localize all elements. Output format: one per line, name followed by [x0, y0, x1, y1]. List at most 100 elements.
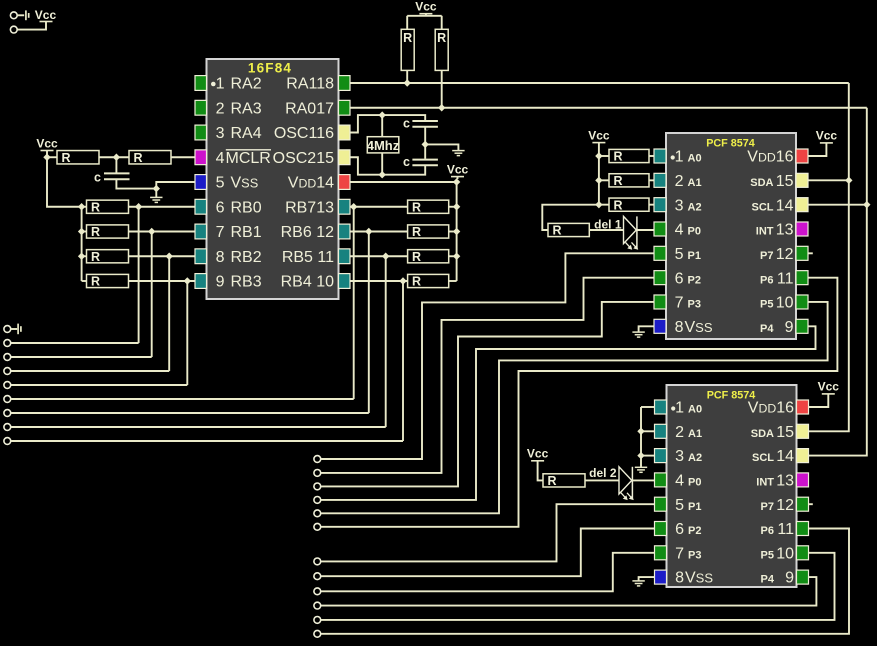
svg-text:3: 3	[675, 448, 684, 465]
svg-text:R: R	[62, 151, 71, 165]
svg-text:5: 5	[675, 246, 684, 263]
svg-text:P3: P3	[688, 299, 701, 311]
svg-text:R: R	[412, 200, 421, 214]
svg-text:P7: P7	[761, 501, 774, 513]
svg-text:3: 3	[675, 197, 684, 214]
svg-text:Vcc: Vcc	[588, 128, 610, 142]
svg-text:A0: A0	[688, 404, 702, 416]
svg-text:OSC215: OSC215	[273, 150, 334, 167]
svg-text:2: 2	[216, 100, 225, 117]
svg-text:9: 9	[785, 570, 794, 587]
svg-text:Vcc: Vcc	[36, 136, 58, 150]
svg-text:9: 9	[785, 319, 794, 336]
svg-text:1: 1	[675, 149, 684, 166]
svg-text:2: 2	[675, 424, 684, 441]
svg-text:7: 7	[216, 224, 225, 241]
svg-text:8: 8	[216, 249, 225, 266]
svg-text:11: 11	[777, 521, 794, 538]
svg-text:Vcc: Vcc	[818, 380, 840, 394]
svg-text:R: R	[614, 174, 623, 188]
svg-text:MCLR: MCLR	[226, 150, 271, 167]
svg-text:11: 11	[777, 270, 794, 287]
svg-text:8: 8	[675, 319, 684, 336]
svg-text:P4: P4	[761, 574, 775, 586]
svg-text:VSS: VSS	[685, 570, 713, 587]
svg-text:RA3: RA3	[231, 100, 262, 117]
svg-text:1: 1	[675, 400, 684, 417]
svg-text:16F84: 16F84	[248, 61, 292, 76]
svg-text:A2: A2	[688, 201, 702, 213]
svg-text:7: 7	[675, 545, 684, 562]
svg-text:P4: P4	[760, 323, 774, 335]
svg-text:c: c	[403, 116, 410, 130]
svg-text:13: 13	[776, 473, 794, 490]
svg-text:VSS: VSS	[685, 319, 713, 336]
svg-text:P0: P0	[688, 226, 701, 238]
svg-text:P2: P2	[688, 274, 701, 286]
svg-text:1: 1	[216, 76, 225, 93]
svg-text:SDA: SDA	[751, 428, 774, 440]
svg-text:R: R	[412, 225, 421, 239]
svg-text:R: R	[91, 250, 100, 264]
svg-text:9: 9	[216, 274, 225, 291]
svg-text:P0: P0	[688, 477, 701, 489]
svg-text:A0: A0	[688, 153, 702, 165]
svg-text:del 1: del 1	[594, 217, 622, 231]
svg-text:P1: P1	[688, 250, 701, 262]
svg-text:P6: P6	[761, 525, 774, 537]
svg-text:Vcc: Vcc	[527, 447, 549, 461]
svg-text:6: 6	[675, 270, 684, 287]
svg-text:6: 6	[216, 199, 225, 216]
svg-text:RA017: RA017	[285, 100, 334, 117]
svg-text:P3: P3	[688, 549, 701, 561]
svg-text:RB713: RB713	[285, 199, 334, 216]
svg-text:10: 10	[776, 295, 794, 312]
svg-text:RA2: RA2	[231, 76, 262, 93]
svg-text:RB5 11: RB5 11	[282, 249, 334, 266]
svg-text:3: 3	[216, 125, 225, 142]
svg-text:Vcc: Vcc	[447, 162, 469, 176]
svg-text:R: R	[437, 31, 446, 45]
svg-text:A1: A1	[688, 428, 702, 440]
svg-text:P2: P2	[688, 525, 701, 537]
svg-text:RB3: RB3	[231, 274, 262, 291]
svg-text:SCL: SCL	[752, 452, 774, 464]
svg-text:R: R	[614, 150, 623, 164]
svg-text:12: 12	[776, 246, 794, 263]
svg-text:P7: P7	[760, 250, 773, 262]
svg-text:P5: P5	[761, 549, 774, 561]
svg-text:13: 13	[776, 222, 794, 239]
svg-text:5: 5	[675, 497, 684, 514]
svg-text:R: R	[91, 225, 100, 239]
svg-text:7: 7	[675, 295, 684, 312]
svg-text:P6: P6	[760, 274, 773, 286]
svg-text:RB0: RB0	[231, 199, 262, 216]
svg-text:R: R	[553, 224, 562, 238]
svg-text:del 2: del 2	[589, 466, 617, 480]
svg-text:R: R	[91, 200, 100, 214]
svg-text:VSS: VSS	[231, 175, 259, 192]
svg-text:4: 4	[675, 473, 684, 490]
svg-text:RA4: RA4	[231, 125, 262, 142]
svg-text:OSC116: OSC116	[274, 125, 334, 142]
svg-text:Vcc: Vcc	[35, 8, 57, 22]
svg-text:R: R	[134, 151, 143, 165]
svg-text:14: 14	[776, 197, 794, 214]
svg-text:RB6 12: RB6 12	[281, 224, 334, 241]
svg-text:VDD16: VDD16	[747, 149, 793, 166]
svg-text:10: 10	[776, 545, 794, 562]
svg-text:R: R	[403, 31, 412, 45]
svg-text:14: 14	[776, 448, 794, 465]
svg-text:c: c	[94, 171, 101, 185]
svg-text:RB4 10: RB4 10	[281, 274, 334, 291]
svg-text:15: 15	[776, 173, 794, 190]
svg-text:VDD14: VDD14	[288, 175, 334, 192]
svg-text:4Mhz: 4Mhz	[367, 138, 400, 153]
svg-text:INT: INT	[756, 226, 774, 238]
svg-text:6: 6	[675, 521, 684, 538]
svg-text:4: 4	[675, 222, 684, 239]
svg-text:4: 4	[216, 150, 225, 167]
svg-text:RA118: RA118	[286, 76, 334, 93]
svg-text:R: R	[412, 250, 421, 264]
svg-text:P5: P5	[760, 299, 773, 311]
